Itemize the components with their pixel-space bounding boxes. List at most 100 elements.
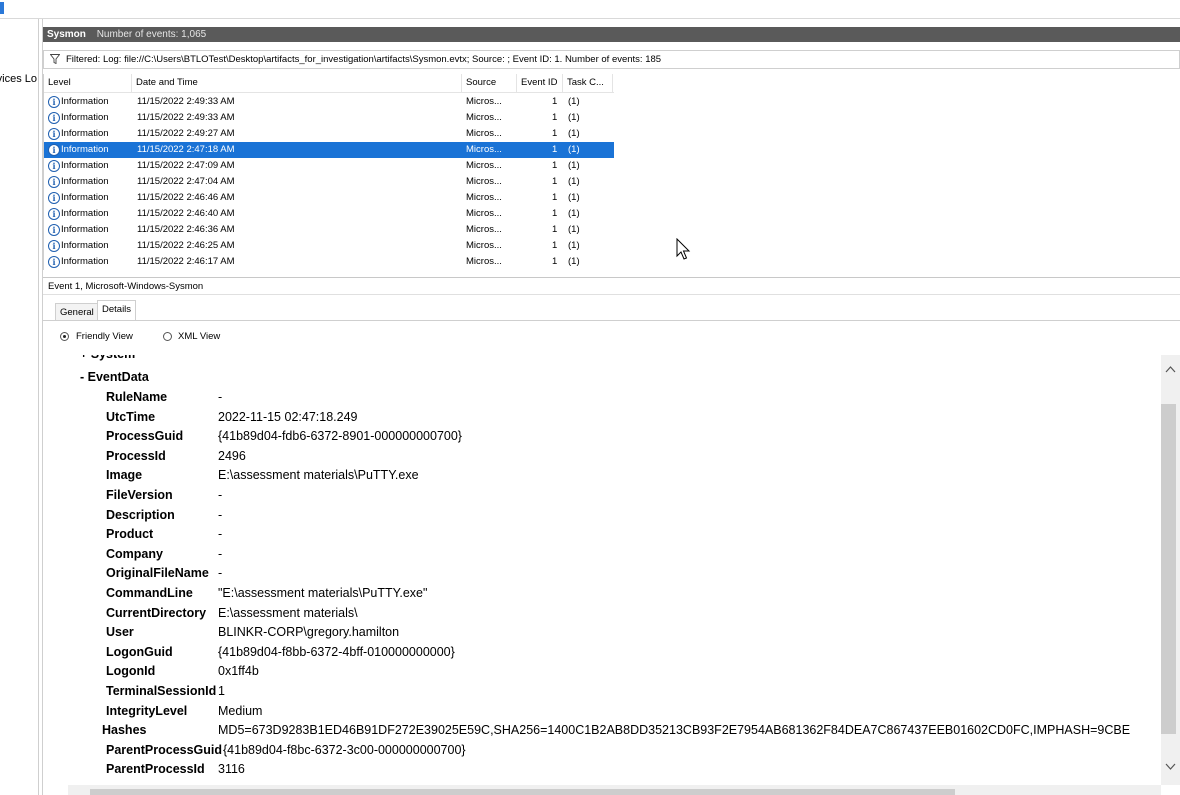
field-value: 2496 (218, 448, 246, 463)
cell-task-category: (1) (568, 224, 580, 235)
table-row[interactable]: i Information 11/15/2022 2:47:18 AM Micros.… (44, 142, 614, 158)
scroll-up-icon[interactable] (1165, 365, 1176, 373)
cell-source: Micros... (466, 112, 502, 123)
cell-task-category: (1) (568, 256, 580, 267)
cell-date-time: 11/15/2022 2:49:33 AM (137, 96, 235, 107)
table-row[interactable]: i Information 11/15/2022 2:49:27 AM Micros.… (44, 126, 614, 142)
cell-task-category: (1) (568, 96, 580, 107)
eventdata-field-row: ParentProcessGuid {41b89d04-f8bc-6372-3c0… (68, 741, 1161, 760)
field-name: Company (106, 546, 163, 561)
table-row[interactable]: i Information 11/15/2022 2:46:17 AM Micros.… (44, 254, 614, 270)
table-row[interactable]: i Information 11/15/2022 2:46:36 AM Micros.… (44, 222, 614, 238)
eventdata-field-row: CurrentDirectory E:\assessment materials\ (68, 604, 1161, 623)
column-header-date-time[interactable]: Date and Time (132, 74, 462, 92)
field-name: User (106, 625, 134, 640)
cell-event-id: 1 (552, 128, 558, 139)
field-value: {41b89d04-fdb6-6372-8901-000000000700} (218, 429, 462, 444)
log-header-bar: Sysmon Number of events: 1,065 (43, 27, 1180, 42)
information-icon: i (48, 128, 60, 140)
cell-event-id: 1 (552, 224, 558, 235)
table-row[interactable]: i Information 11/15/2022 2:47:04 AM Micros.… (44, 174, 614, 190)
cell-source: Micros... (466, 160, 502, 171)
cell-level: Information (61, 192, 109, 203)
cell-event-id: 1 (552, 160, 558, 171)
cell-event-id: 1 (552, 144, 558, 155)
eventdata-field-row: Product - (68, 525, 1161, 544)
field-name: UtcTime (106, 409, 156, 424)
cell-level: Information (61, 176, 109, 187)
cell-level: Information (61, 144, 109, 155)
information-icon: i (48, 160, 60, 172)
field-value: - (218, 488, 223, 502)
table-row[interactable]: i Information 11/15/2022 2:46:25 AM Micros.… (44, 238, 614, 254)
eventdata-field-row: ProcessId 2496 (68, 447, 1161, 466)
vertical-scrollbar-thumb[interactable] (1161, 404, 1176, 734)
cell-source: Micros... (466, 224, 502, 235)
information-icon: i (48, 96, 60, 108)
field-value: 1 (218, 684, 225, 698)
eventdata-node-toggle[interactable]: - EventData (80, 368, 149, 387)
eventdata-field-row: TerminalSessionId 1 (68, 682, 1161, 701)
field-name: FileVersion (106, 488, 173, 502)
events-table: Level Date and Time Source Event ID Task… (43, 74, 1180, 270)
cell-date-time: 11/15/2022 2:49:27 AM (137, 128, 235, 139)
field-value: 0x1ff4b (218, 664, 259, 679)
field-value: - (218, 527, 223, 542)
eventdata-field-row: FileVersion - (68, 486, 1161, 505)
tab-general[interactable]: General (55, 303, 99, 320)
cell-event-id: 1 (552, 112, 558, 123)
field-name: ProcessId (106, 448, 166, 463)
field-name: OriginalFileName (106, 566, 209, 581)
table-header: Level Date and Time Source Event ID Task… (44, 74, 614, 93)
field-value: - (218, 390, 223, 404)
scroll-down-icon[interactable] (1165, 763, 1176, 771)
cell-date-time: 11/15/2022 2:49:33 AM (137, 112, 235, 123)
mouse-pointer-icon (676, 238, 691, 260)
filter-icon (50, 54, 60, 64)
xml-view-label[interactable]: XML View (178, 330, 220, 344)
eventdata-field-row: OriginalFileName - (68, 564, 1161, 583)
cell-task-category: (1) (568, 192, 580, 203)
cell-task-category: (1) (568, 240, 580, 251)
system-node-toggle[interactable]: + System (80, 355, 135, 364)
cell-date-time: 11/15/2022 2:47:04 AM (137, 176, 235, 187)
cell-event-id: 1 (552, 256, 558, 267)
friendly-view-radio[interactable] (60, 332, 69, 341)
eventdata-field-row: UtcTime 2022-11-15 02:47:18.249 (68, 408, 1161, 427)
cell-level: Information (61, 128, 109, 139)
cell-source: Micros... (466, 240, 502, 251)
table-row[interactable]: i Information 11/15/2022 2:46:46 AM Micros.… (44, 190, 614, 206)
column-header-event-id[interactable]: Event ID (517, 74, 563, 92)
field-value: E:\assessment materials\ (218, 605, 358, 620)
field-name: LogonGuid (106, 644, 173, 659)
cell-task-category: (1) (568, 176, 580, 187)
cell-level: Information (61, 224, 109, 235)
toolbar-edge-marker (0, 2, 4, 14)
tab-details[interactable]: Details (97, 300, 137, 320)
eventdata-field-row: CommandLine "E:\assessment materials\PuTT… (68, 584, 1161, 603)
column-header-task-category[interactable]: Task C... (563, 74, 613, 92)
eventdata-field-row: RuleName - (68, 388, 1161, 407)
information-icon: i (48, 144, 60, 156)
information-icon: i (48, 112, 60, 124)
table-row[interactable]: i Information 11/15/2022 2:49:33 AM Micros.… (44, 110, 614, 126)
information-icon: i (48, 192, 60, 204)
table-row[interactable]: i Information 11/15/2022 2:47:09 AM Micros.… (44, 158, 614, 174)
friendly-view-label[interactable]: Friendly View (76, 330, 133, 344)
xml-view-radio[interactable] (163, 332, 172, 341)
table-row[interactable]: i Information 11/15/2022 2:46:40 AM Micros.… (44, 206, 614, 222)
left-navigation-pane: Services Lo (0, 19, 38, 795)
cell-date-time: 11/15/2022 2:46:36 AM (137, 224, 235, 235)
cell-source: Micros... (466, 176, 502, 187)
eventdata-field-row: Image E:\assessment materials\PuTTY.exe (68, 466, 1161, 485)
column-header-source[interactable]: Source (462, 74, 517, 92)
horizontal-scrollbar-thumb[interactable] (90, 789, 955, 795)
table-row[interactable]: i Information 11/15/2022 2:49:33 AM Micros.… (44, 94, 614, 110)
field-name: CommandLine (106, 586, 193, 600)
eventdata-field-row: LogonGuid {41b89d04-f8bb-6372-4bff-010000… (68, 643, 1161, 662)
field-value: 2022-11-15 02:47:18.249 (218, 409, 358, 424)
cell-level: Information (61, 256, 109, 267)
nav-item-services-log[interactable]: Services Lo (0, 73, 37, 85)
information-icon: i (48, 240, 60, 252)
column-header-level[interactable]: Level (44, 74, 132, 92)
